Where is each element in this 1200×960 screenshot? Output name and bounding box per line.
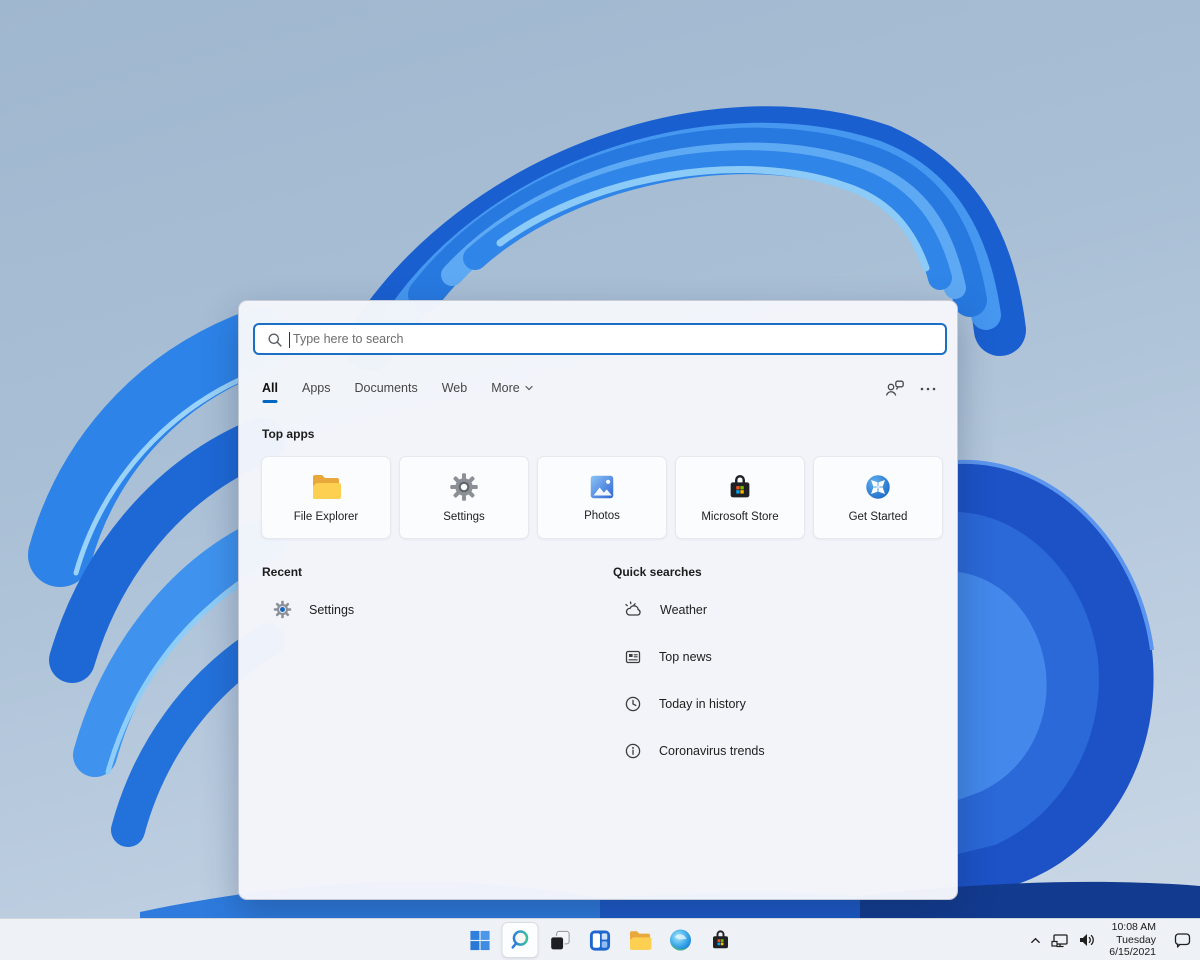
weather-icon [624,601,643,619]
windows-logo-icon [469,929,492,952]
search-icon [267,332,283,348]
edge-button[interactable] [662,922,699,958]
clock-day: Tuesday [1109,934,1156,947]
volume-icon [1078,931,1096,949]
recent-item-settings[interactable]: Settings [273,600,354,619]
store-button[interactable] [702,922,739,958]
task-view-icon [549,929,572,952]
clock-time: 10:08 AM [1109,921,1156,934]
active-tab-indicator [262,400,277,403]
widgets-icon [589,929,612,952]
notifications-button[interactable] [1173,931,1192,949]
app-label: Settings [443,511,485,523]
system-tray: 10:08 AM Tuesday 6/15/2021 [1029,919,1192,960]
quick-item-coronavirus-trends[interactable]: Coronavirus trends [624,741,765,761]
task-view-button[interactable] [542,922,579,958]
search-box[interactable] [253,323,947,355]
clock-date: 6/15/2021 [1109,946,1156,959]
top-apps-label: Top apps [262,427,314,441]
search-tabs: All Apps Documents Web More [262,381,937,407]
app-label: Photos [584,510,620,522]
app-label: Get Started [849,511,908,523]
store-bag-icon [725,472,755,502]
app-label: File Explorer [294,511,359,523]
app-card-get-started[interactable]: Get Started [813,456,943,539]
search-panel: All Apps Documents Web More [238,300,958,900]
quick-item-label: Today in history [659,697,746,711]
account-icon[interactable] [885,379,905,398]
tab-more[interactable]: More [491,381,533,403]
quick-item-weather[interactable]: Weather [624,600,765,620]
store-bag-icon [708,928,732,952]
text-caret [289,332,290,348]
quick-item-label: Coronavirus trends [659,744,765,758]
taskbar-center-icons [462,919,739,960]
start-button[interactable] [462,922,499,958]
folder-icon [310,472,342,502]
quick-item-label: Weather [660,603,707,617]
network-icon [1051,931,1069,949]
app-card-settings[interactable]: Settings [399,456,529,539]
app-label: Microsoft Store [701,511,778,523]
network-button[interactable] [1051,931,1069,949]
taskbar-clock[interactable]: 10:08 AM Tuesday 6/15/2021 [1109,921,1156,959]
tab-web[interactable]: Web [442,381,467,403]
gear-icon [449,472,479,502]
recent-label: Recent [262,565,302,579]
chevron-down-icon [524,383,534,393]
file-explorer-button[interactable] [622,922,659,958]
widgets-button[interactable] [582,922,619,958]
more-options-icon[interactable] [919,386,937,392]
edge-icon [668,928,692,952]
app-card-photos[interactable]: Photos [537,456,667,539]
info-icon [624,742,642,760]
app-card-microsoft-store[interactable]: Microsoft Store [675,456,805,539]
search-icon [508,928,533,953]
quick-item-today-in-history[interactable]: Today in history [624,694,765,714]
tab-apps[interactable]: Apps [302,381,331,403]
app-card-file-explorer[interactable]: File Explorer [261,456,391,539]
hidden-icons-button[interactable] [1029,934,1042,947]
quick-searches-list: Weather Top news Today in history [624,600,765,761]
get-started-pinwheel-icon [863,472,893,502]
news-icon [624,648,642,666]
chat-bubble-icon [1173,931,1192,949]
quick-searches-label: Quick searches [613,565,702,579]
history-clock-icon [624,695,642,713]
recent-item-label: Settings [309,603,354,617]
chevron-up-icon [1029,934,1042,947]
tab-all[interactable]: All [262,381,278,403]
taskbar: 10:08 AM Tuesday 6/15/2021 [0,918,1200,960]
folder-icon [628,929,653,952]
quick-item-label: Top news [659,650,712,664]
search-input[interactable] [255,325,945,353]
tab-documents[interactable]: Documents [354,381,417,403]
photos-icon [587,473,617,501]
quick-item-top-news[interactable]: Top news [624,647,765,667]
gear-icon [273,600,292,619]
top-apps-row: File Explorer Settings [261,456,943,539]
volume-button[interactable] [1078,931,1096,949]
search-button[interactable] [502,922,539,958]
